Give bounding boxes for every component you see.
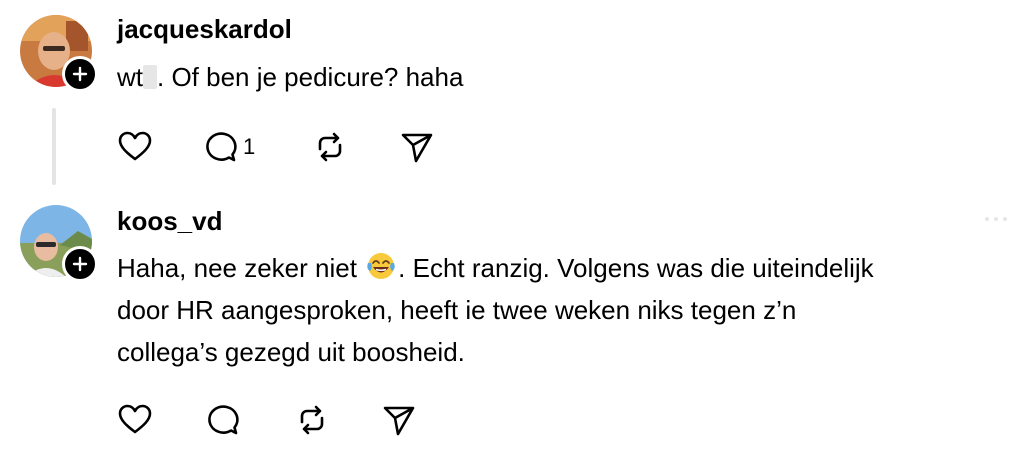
comment-text-mid: . Echt ranzig. Volgens was die uiteindel… — [398, 253, 874, 283]
paper-plane-icon — [401, 133, 433, 163]
username[interactable]: jacqueskardol — [117, 14, 292, 44]
speech-bubble-icon — [208, 405, 239, 435]
repost-icon — [318, 132, 342, 162]
follow-button[interactable] — [62, 56, 98, 92]
comment-text-line-2: door HR aangesproken, heeft ie twee weke… — [117, 295, 797, 325]
thread-view: jacqueskardol wt . Of ben je pedicure? ha… — [0, 0, 1018, 469]
repost-icon — [300, 405, 324, 435]
laughing-tears-emoji-icon — [367, 253, 395, 279]
paper-plane-icon — [383, 406, 415, 436]
heart-icon — [118, 131, 152, 161]
comment-text: wt . Of ben je pedicure? haha — [117, 56, 463, 98]
repost-button[interactable] — [312, 129, 348, 165]
share-button[interactable] — [381, 402, 417, 438]
thread-line — [52, 108, 56, 185]
heart-icon — [118, 404, 152, 434]
comment-text-line-1: Haha, nee zeker niet . Echt ranzig. Volg… — [117, 247, 874, 289]
follow-button[interactable] — [62, 246, 98, 282]
repost-button[interactable] — [294, 402, 330, 438]
share-button[interactable] — [399, 129, 435, 165]
speech-bubble-icon — [206, 132, 237, 162]
username[interactable]: koos_vd — [117, 206, 223, 236]
plus-icon — [72, 256, 88, 272]
plus-icon — [72, 66, 88, 82]
comment-text-start: wt — [117, 62, 143, 92]
ellipsis-icon — [985, 217, 989, 221]
like-button[interactable] — [117, 402, 153, 438]
like-button[interactable] — [117, 129, 153, 165]
comment-text-line-3: collega’s gezegd uit boosheid. — [117, 337, 465, 367]
redacted-block — [143, 65, 157, 89]
comment-text-start: Haha, nee zeker niet — [117, 253, 357, 283]
reply-count: 1 — [243, 134, 256, 159]
reply-button[interactable]: 1 — [203, 129, 255, 165]
more-options-button[interactable] — [985, 214, 1013, 224]
reply-button[interactable] — [205, 402, 241, 438]
comment-text-end: . Of ben je pedicure? haha — [157, 62, 464, 92]
